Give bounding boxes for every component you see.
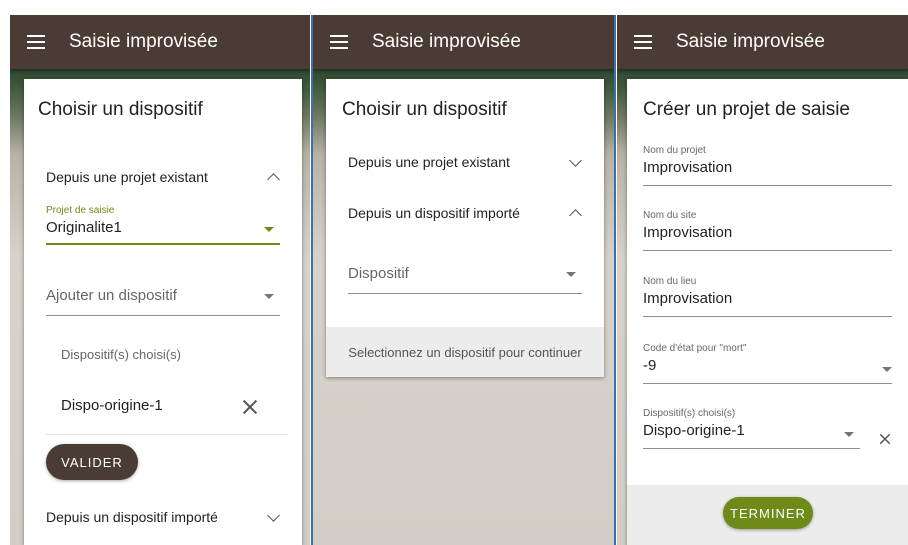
panel-imported-device-header[interactable]: Depuis un dispositif importé bbox=[24, 497, 302, 537]
site-name-field[interactable]: Nom du site Improvisation bbox=[643, 210, 892, 251]
app-title: Saisie improvisée bbox=[69, 31, 218, 52]
card-title: Créer un projet de saisie bbox=[643, 99, 850, 120]
devices-value: Dispo-origine-1 bbox=[643, 422, 745, 439]
devices-label: Dispositif(s) choisi(s) bbox=[643, 408, 736, 419]
place-name-field[interactable]: Nom du lieu Improvisation bbox=[643, 276, 892, 317]
app-title: Saisie improvisée bbox=[372, 31, 521, 52]
menu-icon[interactable] bbox=[330, 35, 348, 49]
project-select-value: Originalite1 bbox=[46, 219, 122, 236]
dead-code-select[interactable]: Code d'état pour "mort" -9 bbox=[643, 343, 892, 384]
dropdown-arrow-icon bbox=[566, 272, 576, 277]
panel-label: Depuis une projet existant bbox=[348, 154, 510, 170]
panel-label: Depuis une projet existant bbox=[46, 169, 208, 185]
chosen-devices-label: Dispositif(s) choisi(s) bbox=[61, 347, 181, 362]
chosen-device-item: Dispo-origine-1 bbox=[61, 397, 163, 414]
project-name-label: Nom du projet bbox=[643, 145, 706, 156]
app-bar: Saisie improvisée bbox=[10, 15, 310, 69]
panel-imported-device-header[interactable]: Depuis un dispositif importé bbox=[326, 193, 604, 233]
add-device-select[interactable]: Ajouter un dispositif bbox=[46, 287, 280, 316]
menu-icon[interactable] bbox=[634, 35, 652, 49]
screen-choose-device-existing: Saisie improvisée Choisir un dispositif … bbox=[10, 15, 310, 545]
screen-divider bbox=[614, 15, 616, 545]
validate-button[interactable]: VALIDER bbox=[46, 444, 138, 480]
card-footer: TERMINER bbox=[627, 485, 908, 545]
device-select-placeholder: Dispositif bbox=[348, 265, 409, 282]
create-project-card: Créer un projet de saisie Nom du projet … bbox=[627, 79, 908, 545]
dead-code-value: -9 bbox=[643, 357, 657, 374]
field-underline bbox=[46, 315, 280, 316]
field-underline bbox=[643, 448, 860, 449]
device-select[interactable]: Dispositif bbox=[348, 265, 582, 294]
field-underline bbox=[643, 185, 892, 186]
place-name-value: Improvisation bbox=[643, 290, 733, 307]
site-name-value: Improvisation bbox=[643, 224, 733, 241]
app-title: Saisie improvisée bbox=[676, 31, 825, 52]
panel-existing-project-header[interactable]: Depuis une projet existant bbox=[24, 157, 302, 197]
dropdown-arrow-icon bbox=[264, 294, 274, 299]
project-select-label: Projet de saisie bbox=[46, 205, 115, 216]
screen-create-project: Saisie improvisée Créer un projet de sai… bbox=[617, 15, 908, 545]
project-select[interactable]: Projet de saisie Originalite1 bbox=[46, 205, 280, 245]
field-underline bbox=[643, 383, 892, 384]
screen-choose-device-imported: Saisie improvisée Choisir un dispositif … bbox=[313, 15, 614, 545]
device-card: Choisir un dispositif Depuis une projet … bbox=[24, 79, 302, 545]
dead-code-label: Code d'état pour "mort" bbox=[643, 343, 747, 354]
continue-hint: Selectionnez un dispositif pour continue… bbox=[326, 327, 604, 377]
field-underline bbox=[348, 293, 582, 294]
chevron-up-icon bbox=[267, 172, 280, 186]
field-underline bbox=[46, 243, 280, 245]
chevron-up-icon bbox=[569, 208, 582, 222]
device-card: Choisir un dispositif Depuis une projet … bbox=[326, 79, 604, 377]
chevron-down-icon bbox=[267, 508, 280, 522]
dropdown-arrow-icon bbox=[882, 367, 892, 372]
panel-label: Depuis un dispositif importé bbox=[348, 205, 520, 221]
field-underline bbox=[643, 316, 892, 317]
dropdown-arrow-icon bbox=[844, 432, 854, 437]
app-bar: Saisie improvisée bbox=[617, 15, 908, 69]
app-bar: Saisie improvisée bbox=[313, 15, 614, 69]
panel-label: Depuis un dispositif importé bbox=[46, 509, 218, 525]
add-device-placeholder: Ajouter un dispositif bbox=[46, 287, 177, 304]
panel-existing-project-header[interactable]: Depuis une projet existant bbox=[326, 142, 604, 182]
remove-device-icon[interactable] bbox=[242, 399, 258, 415]
screens-container: Saisie improvisée Choisir un dispositif … bbox=[0, 0, 908, 545]
project-name-value: Improvisation bbox=[643, 159, 733, 176]
place-name-label: Nom du lieu bbox=[643, 276, 697, 287]
clear-devices-icon[interactable] bbox=[879, 433, 891, 445]
continue-hint-text: Selectionnez un dispositif pour continue… bbox=[348, 344, 582, 360]
project-name-field[interactable]: Nom du projet Improvisation bbox=[643, 145, 892, 186]
field-underline bbox=[643, 250, 892, 251]
card-title: Choisir un dispositif bbox=[38, 99, 203, 120]
card-title: Choisir un dispositif bbox=[342, 99, 507, 120]
site-name-label: Nom du site bbox=[643, 210, 697, 221]
devices-select[interactable]: Dispositif(s) choisi(s) Dispo-origine-1 bbox=[643, 408, 860, 449]
chevron-down-icon bbox=[569, 153, 582, 167]
divider bbox=[46, 434, 288, 435]
finish-button[interactable]: TERMINER bbox=[723, 497, 813, 529]
dropdown-arrow-icon bbox=[264, 227, 274, 232]
menu-icon[interactable] bbox=[27, 35, 45, 49]
